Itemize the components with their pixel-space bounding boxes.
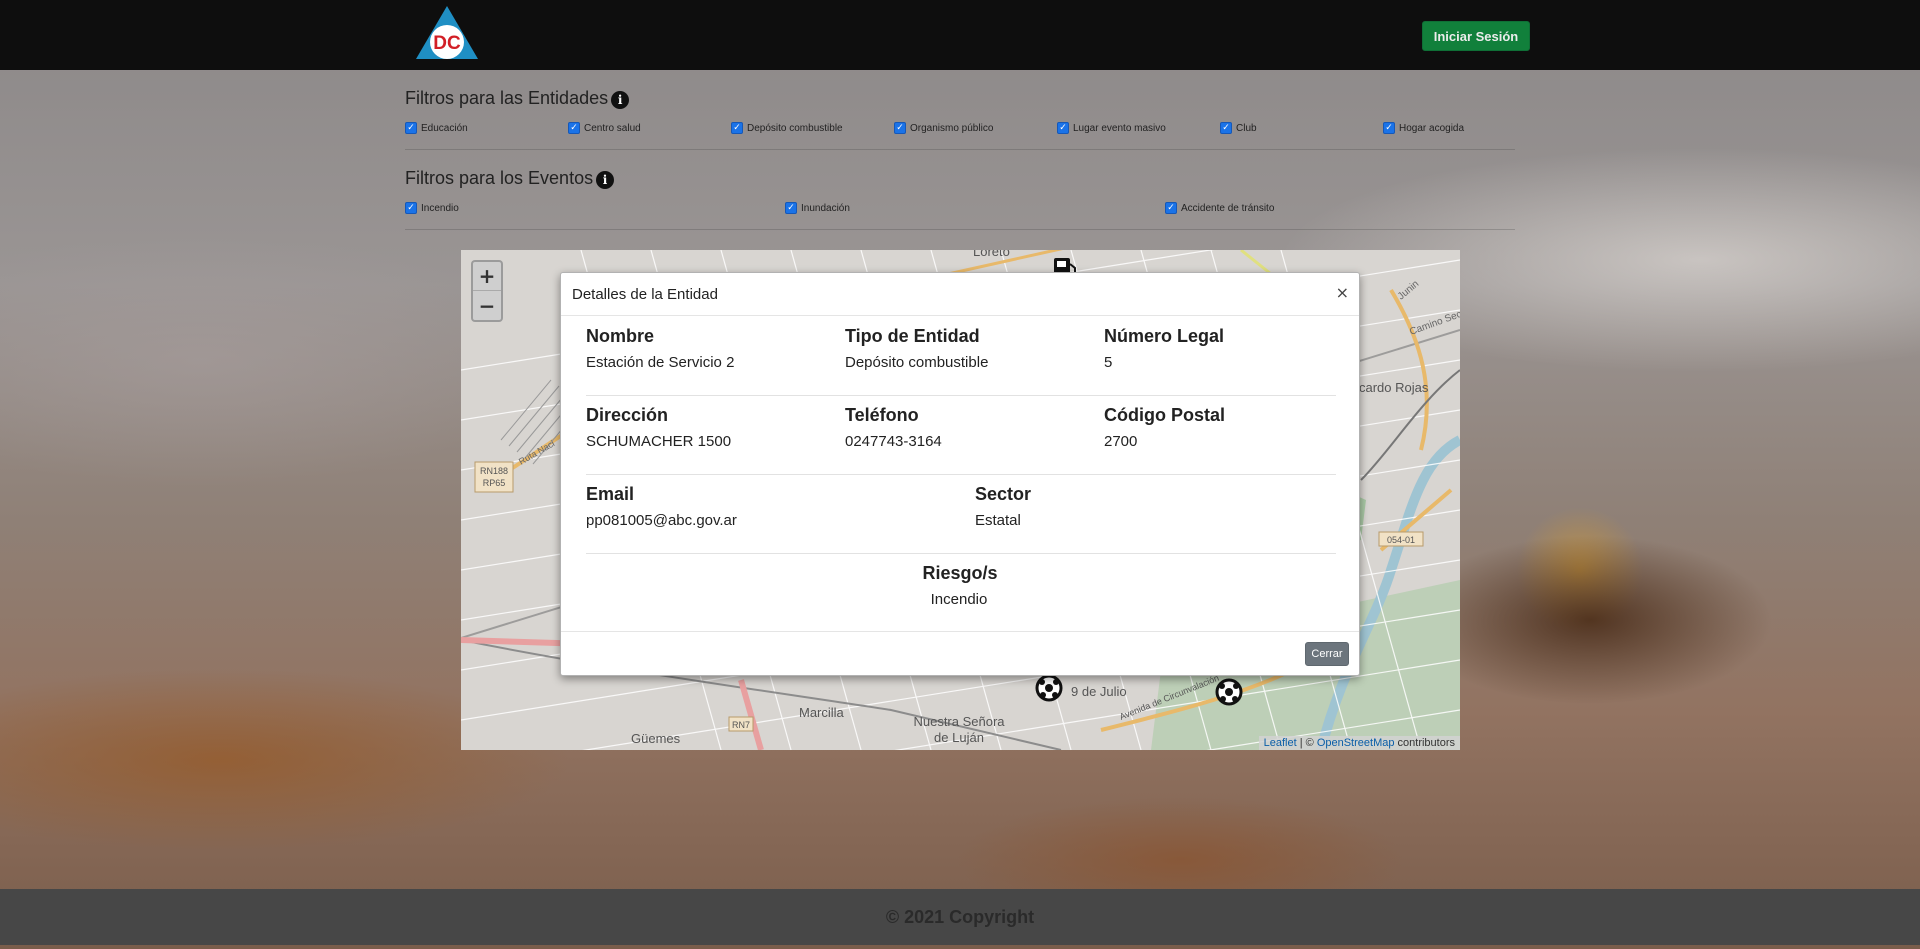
- codigo-postal-value: 2700: [1104, 433, 1138, 450]
- nombre-label: Nombre: [586, 326, 655, 346]
- divider: [586, 395, 1336, 396]
- entity-details-modal: Detalles de la Entidad × Nombre Estación…: [560, 272, 1360, 676]
- sector-value: Estatal: [975, 512, 1021, 529]
- tipo-entidad-value: Depósito combustible: [845, 354, 989, 371]
- modal-footer: Cerrar: [561, 631, 1359, 676]
- direccion-value: SCHUMACHER 1500: [586, 433, 732, 450]
- numero-legal-label: Número Legal: [1104, 326, 1225, 346]
- cerrar-button[interactable]: Cerrar: [1305, 642, 1349, 666]
- riesgos-value: Incendio: [930, 591, 988, 608]
- divider: [586, 474, 1336, 475]
- email-label: Email: [586, 484, 635, 504]
- sector-label: Sector: [975, 484, 1032, 504]
- email-value: pp081005@abc.gov.ar: [586, 512, 737, 529]
- nombre-value: Estación de Servicio 2: [586, 354, 735, 371]
- riesgos-label: Riesgo/s: [922, 563, 998, 583]
- numero-legal-value: 5: [1104, 354, 1113, 371]
- modal-header: Detalles de la Entidad ×: [561, 273, 1359, 316]
- tipo-entidad-label: Tipo de Entidad: [845, 326, 980, 346]
- modal-title: Detalles de la Entidad: [572, 286, 718, 303]
- copyright-text: © 2021 Copyright: [885, 906, 1035, 927]
- direccion-label: Dirección: [586, 405, 669, 425]
- divider: [586, 553, 1336, 554]
- codigo-postal-label: Código Postal: [1104, 405, 1225, 425]
- close-icon[interactable]: ×: [1336, 283, 1349, 302]
- telefono-value: 0247743-3164: [845, 433, 942, 450]
- page-footer: © 2021 Copyright: [0, 889, 1920, 945]
- telefono-label: Teléfono: [845, 405, 919, 425]
